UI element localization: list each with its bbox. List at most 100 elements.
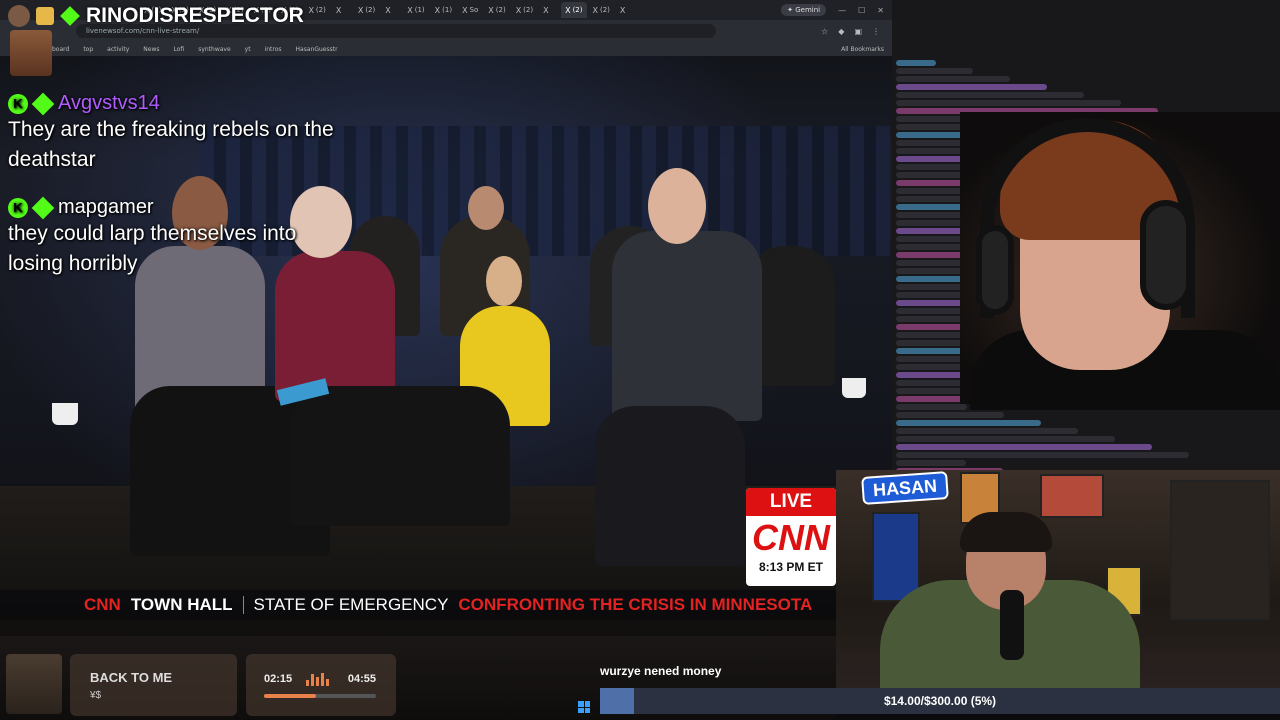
chatter-avatar [10, 30, 52, 76]
tab-label: (2) [523, 6, 534, 14]
side-chat-line [896, 452, 1189, 458]
extension-icon[interactable]: ◆ [838, 27, 844, 36]
chat-text: They are the freaking rebels on the deat… [8, 118, 334, 171]
crisis-headline: CONFRONTING THE CRISIS IN MINNESOTA [458, 595, 813, 614]
chat-username: mapgamer [58, 196, 154, 218]
maximize-icon[interactable]: ☐ [858, 6, 865, 15]
side-chat-line [896, 100, 1121, 106]
browser-tab[interactable]: X (1) [431, 2, 456, 18]
bookmark-link[interactable]: synthwave [198, 46, 230, 53]
x-logo-icon: X [308, 5, 314, 15]
x-logo-icon: X [592, 5, 598, 15]
bookmark-link[interactable]: intros [265, 46, 282, 53]
kick-badge-icon: K [8, 93, 28, 114]
side-chat-line [896, 292, 969, 298]
browser-tab[interactable]: X [381, 2, 401, 18]
side-chat-line [896, 428, 1078, 434]
x-logo-icon: X [335, 5, 342, 15]
bookmark-link[interactable]: HasanGuesstr [296, 46, 338, 53]
menu-icon[interactable]: ⋮ [872, 27, 880, 36]
playback-progress[interactable] [264, 694, 376, 698]
x-logo-icon: X [515, 5, 522, 15]
tab-label: (1) [442, 6, 453, 14]
side-chat-line [896, 412, 1004, 418]
playback-card: 02:15 04:55 [246, 654, 396, 716]
x-logo-icon: X [619, 5, 626, 15]
browser-tab[interactable]: X (2) [304, 2, 329, 18]
cnn-logo-small: CNN [84, 595, 121, 614]
side-chat-line [896, 84, 1047, 90]
x-logo-icon: X [565, 5, 571, 15]
tab-label: (2) [315, 6, 326, 14]
side-chat-line [896, 444, 1152, 450]
guest-suit [612, 231, 762, 421]
hasan-logo: HASAN [861, 471, 949, 505]
close-icon[interactable]: ✕ [877, 6, 884, 15]
album-art [6, 654, 62, 714]
side-chat-line [896, 348, 968, 354]
shelf [1170, 480, 1270, 620]
poster [872, 512, 920, 602]
live-tag: LIVE [746, 488, 836, 516]
browser-tab[interactable]: X So [458, 2, 482, 18]
bookmark-link[interactable]: board [52, 46, 69, 53]
audience-head [468, 186, 504, 230]
bookmark-link[interactable]: News [143, 46, 159, 53]
duration-time: 04:55 [347, 673, 376, 685]
side-chat-line [896, 76, 1010, 82]
x-logo-icon: X [462, 5, 468, 15]
browser-tab[interactable]: X (2) [354, 2, 379, 18]
browser-tab[interactable]: X (1) [403, 2, 428, 18]
browser-tab[interactable]: X (2) [589, 2, 614, 18]
woman-yellow-head [486, 256, 522, 306]
minimize-icon[interactable]: — [838, 6, 846, 15]
program-name: TOWN HALL [130, 595, 233, 614]
x-logo-icon: X [407, 5, 413, 15]
browser-tab[interactable]: X [332, 2, 352, 18]
browser-tab[interactable]: X (2) [512, 2, 537, 18]
playback-progress-fill [264, 694, 316, 698]
browser-tab[interactable]: X [539, 2, 559, 18]
windows-icon[interactable] [578, 701, 590, 713]
x-logo-icon: X [385, 5, 391, 15]
side-chat-line [896, 236, 970, 242]
user-avatar-icon [8, 5, 30, 27]
browser-tab[interactable]: X (2) [561, 2, 587, 18]
latest-donor: wurzye nened money [600, 664, 722, 678]
cnn-logo: CNN [752, 517, 830, 558]
browser-tab[interactable]: X [616, 2, 636, 18]
top-user-name: RINODISRESPECTOR [86, 4, 304, 27]
broadcast-time: 8:13 PM ET [758, 560, 824, 574]
bookmark-link[interactable]: Lofi [174, 46, 185, 53]
side-chat-line [896, 60, 936, 66]
side-chat-line [896, 92, 1084, 98]
tab-label: (2) [599, 6, 610, 14]
x-logo-icon: X [543, 5, 549, 15]
subscriber-badge-icon [36, 7, 54, 25]
bookmark-link[interactable]: top [83, 46, 93, 53]
donation-goal-text: $14.00/$300.00 (5%) [883, 694, 997, 708]
mug-left [52, 403, 78, 425]
tab-label: (2) [572, 6, 583, 14]
tab-label: (1) [414, 6, 425, 14]
gemini-label: Gemini [795, 6, 821, 14]
star-icon[interactable]: ☆ [821, 27, 828, 36]
tab-label: (2) [365, 6, 376, 14]
side-chat-line [896, 460, 966, 466]
microphone-icon [1000, 590, 1024, 660]
browser-tab[interactable]: X (2) [484, 2, 509, 18]
elapsed-time: 02:15 [264, 673, 293, 685]
bookmark-link[interactable]: activity [107, 46, 129, 53]
stream-layout: X (2) X (2) X (2) X (2) X (2) X (2) X (2) X X (2) X X (1) X(… [0, 0, 1280, 720]
state-label: STATE OF EMERGENCY [253, 595, 449, 614]
gemini-button[interactable]: ✦ Gemini [781, 4, 827, 16]
side-chat-line [896, 404, 967, 410]
all-bookmarks-link[interactable]: All Bookmarks [841, 46, 892, 53]
guest-legs [595, 406, 745, 566]
bookmark-link[interactable]: yt [245, 46, 251, 53]
song-artist: ¥$ [90, 690, 102, 701]
top-chat-user: RINODISRESPECTOR [8, 4, 304, 28]
puzzle-icon[interactable]: ▣ [854, 27, 862, 36]
equalizer-icon [306, 672, 336, 686]
diamond-badge-icon [31, 92, 55, 115]
